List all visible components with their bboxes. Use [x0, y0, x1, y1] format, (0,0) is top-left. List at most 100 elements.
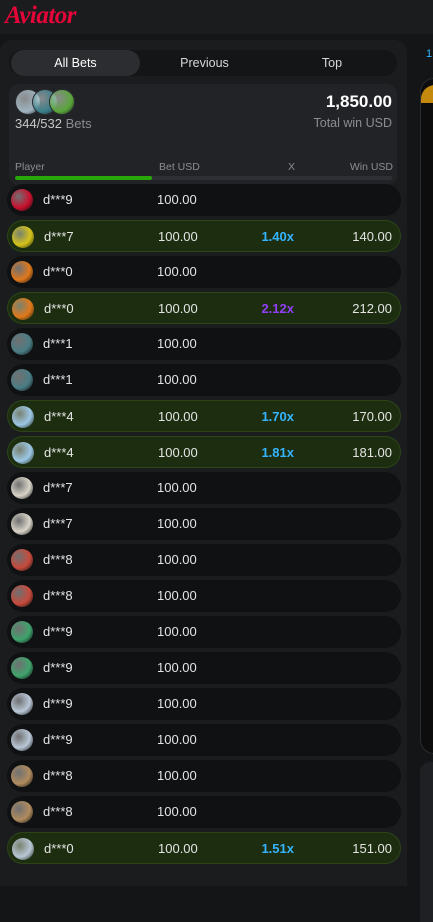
multiplier: 1.40x — [261, 229, 294, 244]
game-canvas — [420, 78, 433, 754]
player-name: d***9 — [43, 660, 73, 675]
player-name: d***8 — [43, 768, 73, 783]
table-row: d***7 100.00 — [7, 472, 401, 504]
bets-count-label: Bets — [65, 116, 92, 131]
helmet-avatar — [11, 369, 33, 391]
win-amount: 212.00 — [352, 301, 392, 316]
character-avatar — [11, 585, 33, 607]
bet-controls-panel[interactable] — [420, 762, 433, 922]
bet-amount: 100.00 — [158, 409, 198, 424]
bet-amount: 100.00 — [157, 732, 197, 747]
player-name: d***9 — [43, 696, 73, 711]
tab-previous[interactable]: Previous — [140, 50, 269, 76]
multiplier: 1.51x — [261, 841, 294, 856]
player-name: d***8 — [43, 552, 73, 567]
table-row: d***8 100.00 — [7, 760, 401, 792]
bets-panel: All Bets Previous Top 344/532 Bets 1,850… — [0, 40, 407, 886]
player-name: d***1 — [43, 336, 73, 351]
bet-amount: 100.00 — [157, 624, 197, 639]
player-name: d***1 — [43, 372, 73, 387]
aviator-logo[interactable]: Aviator — [5, 2, 77, 30]
basketball-avatar — [11, 261, 33, 283]
rocket-avatar — [12, 406, 34, 428]
bet-amount: 100.00 — [157, 516, 197, 531]
bets-count: 344/532 Bets — [15, 116, 92, 131]
player-name: d***7 — [44, 229, 74, 244]
player-name: d***7 — [43, 480, 73, 495]
bet-amount: 100.00 — [157, 336, 197, 351]
column-bet: Bet USD — [159, 161, 200, 173]
bet-amount: 100.00 — [158, 841, 198, 856]
bet-amount: 100.00 — [157, 696, 197, 711]
column-player: Player — [15, 161, 45, 173]
multiplier: 1.70x — [261, 409, 294, 424]
table-row: d***8 100.00 — [7, 580, 401, 612]
player-name: d***4 — [44, 409, 74, 424]
player-name: d***0 — [44, 301, 74, 316]
gear-avatar — [11, 693, 33, 715]
rocket-avatar — [12, 442, 34, 464]
table-row: d***8 100.00 — [7, 544, 401, 576]
top-bar: Aviator — [0, 0, 433, 34]
total-win-label: Total win USD — [313, 116, 393, 130]
bet-amount: 100.00 — [157, 192, 197, 207]
player-name: d***9 — [43, 624, 73, 639]
win-amount: 170.00 — [352, 409, 392, 424]
bets-count-value: 344/532 — [15, 116, 62, 131]
player-name: d***8 — [43, 588, 73, 603]
table-row: d***0 100.00 1.51x 151.00 — [7, 832, 401, 864]
bets-progress-bar — [15, 176, 392, 180]
game-panel: 1 — [407, 34, 433, 922]
bet-amount: 100.00 — [158, 445, 198, 460]
bird-avatar — [11, 621, 33, 643]
table-row: d***4 100.00 1.70x 170.00 — [7, 400, 401, 432]
multiplier: 2.12x — [261, 301, 294, 316]
table-row: d***4 100.00 1.81x 181.00 — [7, 436, 401, 468]
table-row: d***9 100.00 — [7, 616, 401, 648]
round-history-tab[interactable]: 1 — [426, 48, 432, 60]
basketball-avatar — [12, 298, 34, 320]
player-name: d***0 — [43, 264, 73, 279]
table-row: d***0 100.00 2.12x 212.00 — [7, 292, 401, 324]
bets-progress-fill — [15, 176, 152, 180]
table-row: d***8 100.00 — [7, 796, 401, 828]
total-win-value: 1,850.00 — [325, 92, 392, 111]
win-amount: 181.00 — [352, 445, 392, 460]
bets-summary: 344/532 Bets 1,850.00 Total win USD — [9, 84, 397, 185]
player-name: d***9 — [43, 732, 73, 747]
helmet-avatar — [11, 333, 33, 355]
player-name: d***9 — [43, 192, 73, 207]
bet-amount: 100.00 — [157, 768, 197, 783]
player-name: d***7 — [43, 516, 73, 531]
bet-amount: 100.00 — [157, 804, 197, 819]
player-name: d***8 — [43, 804, 73, 819]
bet-amount: 100.00 — [157, 660, 197, 675]
table-row: d***9 100.00 — [7, 184, 401, 216]
bet-amount: 100.00 — [157, 480, 197, 495]
table-row: d***9 100.00 — [7, 724, 401, 756]
player-name: d***0 — [44, 841, 74, 856]
lion-avatar — [11, 801, 33, 823]
player-name: d***4 — [44, 445, 74, 460]
column-multiplier: X — [288, 161, 296, 173]
table-row: d***9 100.00 — [7, 688, 401, 720]
tab-top[interactable]: Top — [269, 50, 395, 76]
table-row: d***0 100.00 — [7, 256, 401, 288]
bet-amount: 100.00 — [157, 372, 197, 387]
multiplier: 1.81x — [261, 445, 294, 460]
eagle-avatar — [11, 513, 33, 535]
bet-amount: 100.00 — [158, 229, 198, 244]
lion-avatar — [11, 765, 33, 787]
gear-avatar — [12, 838, 34, 860]
column-win: Win USD — [349, 161, 393, 173]
table-row: d***1 100.00 — [7, 364, 401, 396]
bet-amount: 100.00 — [158, 301, 198, 316]
win-amount: 140.00 — [352, 229, 392, 244]
eagle-avatar — [11, 477, 33, 499]
bet-amount: 100.00 — [157, 264, 197, 279]
win-amount: 151.00 — [352, 841, 392, 856]
avatar — [49, 89, 75, 115]
table-row: d***7 100.00 — [7, 508, 401, 540]
table-row: d***1 100.00 — [7, 328, 401, 360]
tab-all-bets[interactable]: All Bets — [11, 50, 140, 76]
